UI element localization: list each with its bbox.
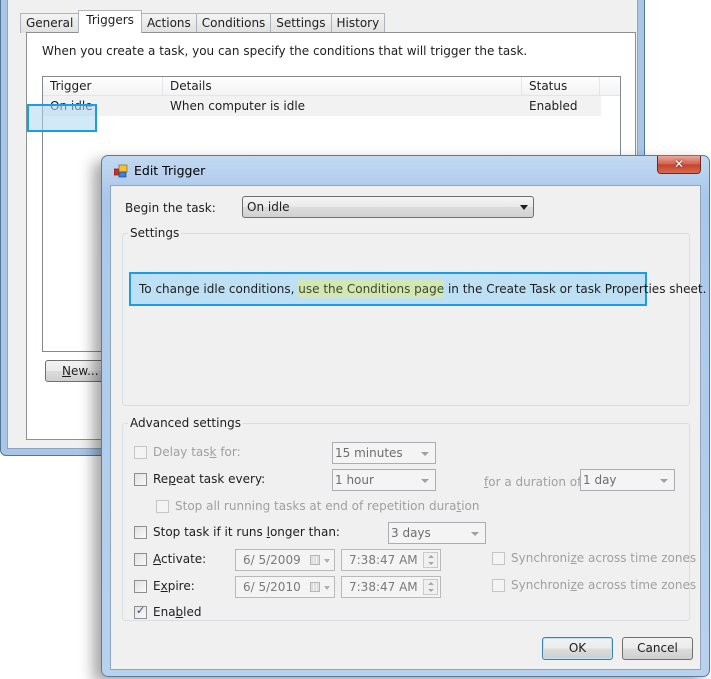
column-header-trigger[interactable]: Trigger [43,77,163,95]
calendar-icon [310,555,320,565]
chevron-down-icon [324,586,330,590]
dialog-client-area: Begin the task: On idle Settings To chan… [110,185,706,670]
duration-value: 1 day [583,473,617,487]
close-icon: ✕ [673,157,685,171]
conditions-page-link[interactable]: use the Conditions page [298,280,445,298]
expire-date-picker[interactable]: 6/ 5/2010 [235,576,335,598]
ok-button[interactable]: OK [542,637,613,660]
repeat-task-label: Repeat task every: [153,472,266,486]
idle-info-message: To change idle conditions, use the Condi… [129,272,706,306]
activate-label: Activate: [153,552,207,566]
cell-details: When computer is idle [170,99,306,113]
repeat-interval-dropdown[interactable]: 1 hour [332,469,436,491]
begin-task-dropdown[interactable]: On idle [242,196,534,218]
activate-date-picker[interactable]: 6/ 5/2009 [235,549,335,571]
stop-all-tasks-checkbox[interactable] [156,500,169,513]
column-header-status[interactable]: Status [522,77,600,95]
sync-expire-checkbox[interactable] [492,579,505,592]
duration-dropdown[interactable]: 1 day [580,469,675,491]
info-suffix: in the Create Task or task Properties sh… [444,282,707,296]
tab-strip: General Triggers Actions Conditions Sett… [20,10,386,33]
cancel-button[interactable]: Cancel [622,637,693,660]
spinner-icon[interactable] [423,552,438,568]
advanced-settings-label: Advanced settings [128,416,243,430]
delay-value: 15 minutes [335,446,403,460]
activate-date: 6/ 5/2009 [243,553,301,567]
sync-expire-label: Synchronize across time zones [511,578,697,592]
repeat-value: 1 hour [335,473,374,487]
tab-triggers[interactable]: Triggers [78,10,142,33]
spinner-icon[interactable] [423,579,438,595]
tab-history[interactable]: History [330,13,386,33]
triggers-description: When you create a task, you can specify … [42,44,528,58]
expire-label: Expire: [153,579,195,593]
stop-if-longer-label: Stop task if it runs longer than: [153,525,340,539]
expire-date: 6/ 5/2010 [243,580,301,594]
chevron-down-icon [421,452,429,456]
close-button[interactable]: ✕ [657,156,701,174]
duration-label: for a duration of: [484,475,585,489]
sync-activate-label: Synchronize across time zones [511,551,697,565]
delay-task-label: Delay task for: [153,445,241,459]
begin-task-label: Begin the task: [125,201,216,215]
tab-conditions[interactable]: Conditions [195,13,272,33]
repeat-task-checkbox[interactable] [134,473,147,486]
activate-checkbox[interactable] [134,553,147,566]
trigger-list-header: Trigger Details Status [43,77,620,96]
title-bar[interactable]: Edit Trigger ✕ [102,156,709,186]
activate-time-picker[interactable]: 7:38:47 AM [341,549,441,571]
settings-group-label: Settings [128,226,182,240]
delay-task-dropdown[interactable]: 15 minutes [332,442,436,464]
stop-if-longer-checkbox[interactable] [134,526,147,539]
tab-settings[interactable]: Settings [270,13,332,33]
button-label: ew... [70,364,99,378]
expire-time: 7:38:47 AM [349,580,418,594]
chevron-down-icon [660,479,668,483]
edit-trigger-dialog: Edit Trigger ✕ Begin the task: On idle S… [101,155,710,677]
expire-checkbox[interactable] [134,580,147,593]
chevron-down-icon [421,479,429,483]
expire-time-picker[interactable]: 7:38:47 AM [341,576,441,598]
chevron-down-icon [471,532,479,536]
tab-actions[interactable]: Actions [140,13,197,33]
activate-time: 7:38:47 AM [349,553,418,567]
stop-after-dropdown[interactable]: 3 days [388,522,486,544]
table-row[interactable]: On idle When computer is idle Enabled [43,96,601,116]
dialog-title: Edit Trigger [134,163,206,178]
column-header-details[interactable]: Details [163,77,522,95]
enabled-checkbox[interactable] [134,604,147,619]
selection-highlight [27,104,97,132]
stop-all-tasks-label: Stop all running tasks at end of repetit… [175,499,480,513]
begin-task-value: On idle [247,200,290,214]
cell-status: Enabled [529,99,578,113]
settings-group: Settings [122,226,690,406]
chevron-down-icon [520,205,528,210]
info-prefix: To change idle conditions, [139,282,299,296]
task-scheduler-icon [114,164,128,178]
mnemonic: N [62,364,71,378]
tab-general[interactable]: General [20,13,80,33]
enabled-label: Enabled [153,605,202,619]
sync-activate-checkbox[interactable] [492,552,505,565]
delay-task-checkbox[interactable] [134,446,147,459]
stop-after-value: 3 days [391,526,431,540]
chevron-down-icon [324,559,330,563]
calendar-icon [310,582,320,592]
